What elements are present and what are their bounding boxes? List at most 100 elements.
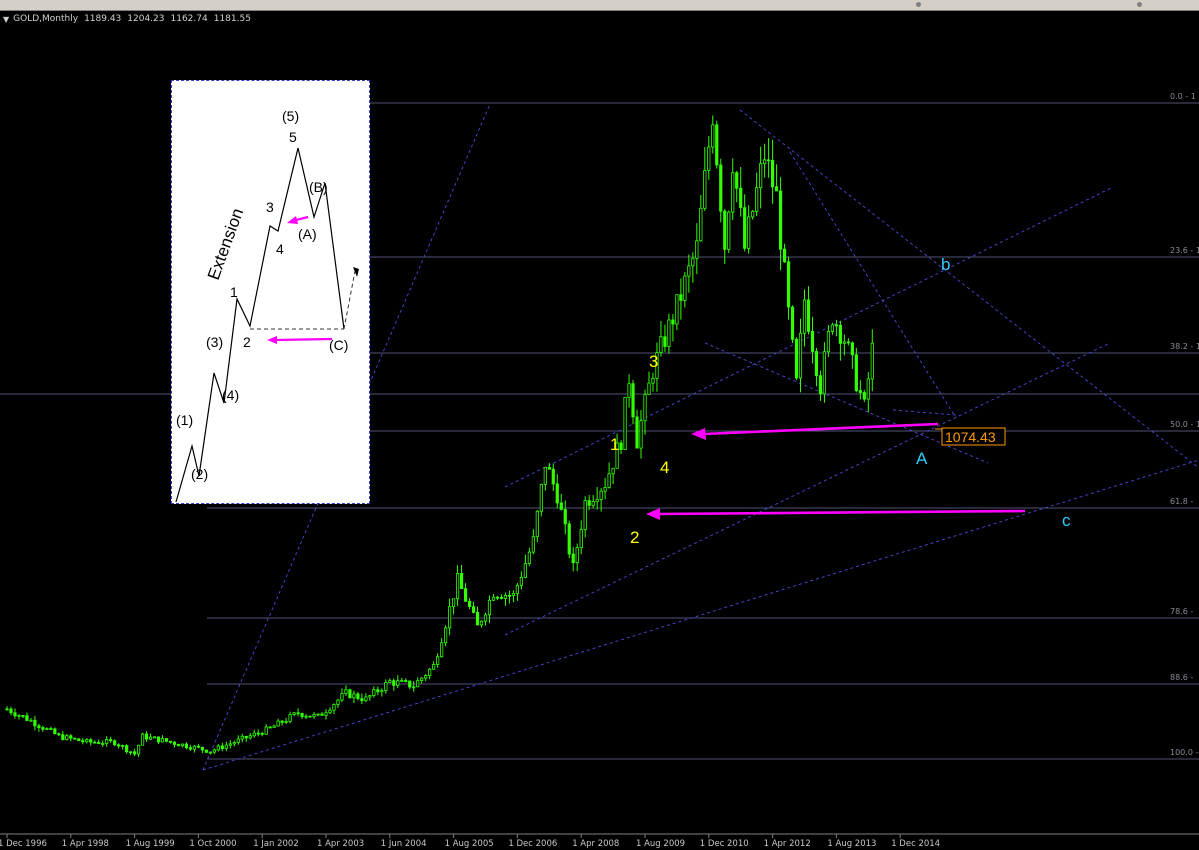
candle-body bbox=[380, 690, 384, 693]
candle-body bbox=[747, 216, 751, 249]
candle-body bbox=[627, 383, 631, 398]
candle-body bbox=[69, 735, 73, 739]
candle-body bbox=[455, 572, 460, 600]
candle-body bbox=[771, 160, 775, 188]
candle-body bbox=[595, 498, 599, 503]
candle-body bbox=[13, 712, 17, 717]
candle-body bbox=[252, 732, 256, 737]
candle-body bbox=[228, 743, 232, 746]
trend-line bbox=[504, 342, 1111, 636]
candle-body bbox=[125, 745, 129, 753]
candle-body bbox=[304, 715, 308, 718]
candle-body bbox=[571, 553, 575, 564]
candle-body bbox=[332, 704, 336, 711]
candle-body bbox=[774, 186, 779, 192]
candle-body bbox=[9, 708, 13, 714]
candle-body bbox=[575, 547, 579, 564]
candle-body bbox=[487, 599, 492, 616]
candle-body bbox=[727, 211, 731, 250]
candle-body bbox=[220, 745, 224, 750]
candle-body bbox=[212, 749, 216, 753]
candle-body bbox=[129, 751, 133, 754]
candle-body bbox=[743, 207, 747, 249]
candle-body bbox=[479, 620, 484, 626]
candle-body bbox=[248, 735, 252, 739]
candle-body bbox=[204, 749, 208, 753]
candle-body bbox=[196, 745, 200, 748]
candle-body bbox=[751, 211, 755, 218]
candle-body bbox=[276, 720, 280, 727]
label-w1: (1) bbox=[176, 412, 193, 428]
candle-body bbox=[862, 392, 866, 400]
candle-body bbox=[388, 680, 392, 683]
candle-body bbox=[61, 734, 65, 740]
label-n2: 2 bbox=[243, 334, 251, 350]
candle-body bbox=[647, 382, 651, 395]
label-w5: (5) bbox=[282, 108, 299, 124]
candle-body bbox=[140, 733, 145, 746]
candle-body bbox=[483, 614, 488, 622]
candle-body bbox=[180, 743, 185, 747]
candle-body bbox=[440, 642, 444, 658]
candle-body bbox=[551, 468, 555, 485]
candle-body bbox=[802, 299, 807, 334]
candle-body bbox=[45, 728, 49, 730]
candle-body bbox=[144, 733, 149, 740]
candle-body bbox=[340, 693, 344, 701]
candle-body bbox=[168, 740, 173, 743]
candle-body bbox=[767, 159, 771, 162]
candle-body bbox=[782, 248, 787, 263]
label-wc: (C) bbox=[329, 337, 348, 353]
candle-body bbox=[268, 726, 272, 729]
candle-body bbox=[152, 736, 157, 739]
candle-body bbox=[567, 523, 571, 555]
x-tick-label: 1 Dec 2006 bbox=[508, 839, 557, 849]
candle-body bbox=[683, 275, 687, 301]
candle-body bbox=[531, 536, 535, 553]
candle-body bbox=[711, 124, 715, 148]
candle-body bbox=[838, 324, 842, 344]
candle-body bbox=[507, 594, 512, 597]
candle-body bbox=[37, 725, 41, 728]
candle-body bbox=[244, 735, 248, 739]
candle-body bbox=[475, 611, 480, 626]
candle-body bbox=[376, 689, 380, 693]
label-wa: (A) bbox=[298, 226, 317, 242]
candle-body bbox=[511, 593, 516, 596]
candle-body bbox=[591, 501, 595, 506]
candle-body bbox=[420, 677, 424, 682]
candle-body bbox=[132, 751, 137, 755]
candle-body bbox=[384, 682, 388, 691]
wave-label-yellow: 2 bbox=[630, 528, 639, 547]
candle-body bbox=[436, 656, 440, 665]
candles bbox=[5, 115, 874, 758]
candle-body bbox=[93, 741, 97, 744]
candle-body bbox=[818, 375, 823, 395]
candle-body bbox=[515, 584, 520, 594]
candle-body bbox=[858, 390, 862, 393]
candle-body bbox=[870, 342, 874, 380]
candle-body bbox=[675, 294, 679, 325]
wave-diagram-inset: Extension (1) (2) (3) (4) 1 2 3 4 5 (5) … bbox=[171, 80, 370, 504]
candle-body bbox=[33, 719, 37, 727]
label-wb: (B) bbox=[309, 179, 328, 195]
candle-body bbox=[176, 743, 181, 747]
candle-body bbox=[635, 416, 639, 449]
candle-body bbox=[428, 668, 432, 676]
candle-body bbox=[547, 466, 551, 470]
candle-body bbox=[599, 490, 603, 500]
candle-body bbox=[57, 733, 61, 736]
candle-body bbox=[810, 330, 815, 352]
inset-arrowhead-b-icon bbox=[287, 216, 298, 224]
inset-title: Extension bbox=[204, 206, 247, 283]
candle-body bbox=[97, 741, 101, 744]
candle-body bbox=[667, 319, 671, 347]
candle-body bbox=[344, 689, 348, 695]
candle-body bbox=[822, 351, 827, 395]
candle-body bbox=[607, 473, 611, 488]
x-tick-label: 1 Dec 2014 bbox=[891, 839, 940, 849]
candle-body bbox=[412, 686, 416, 689]
candle-body bbox=[444, 627, 448, 644]
candle-body bbox=[619, 442, 623, 451]
candle-body bbox=[300, 713, 304, 717]
